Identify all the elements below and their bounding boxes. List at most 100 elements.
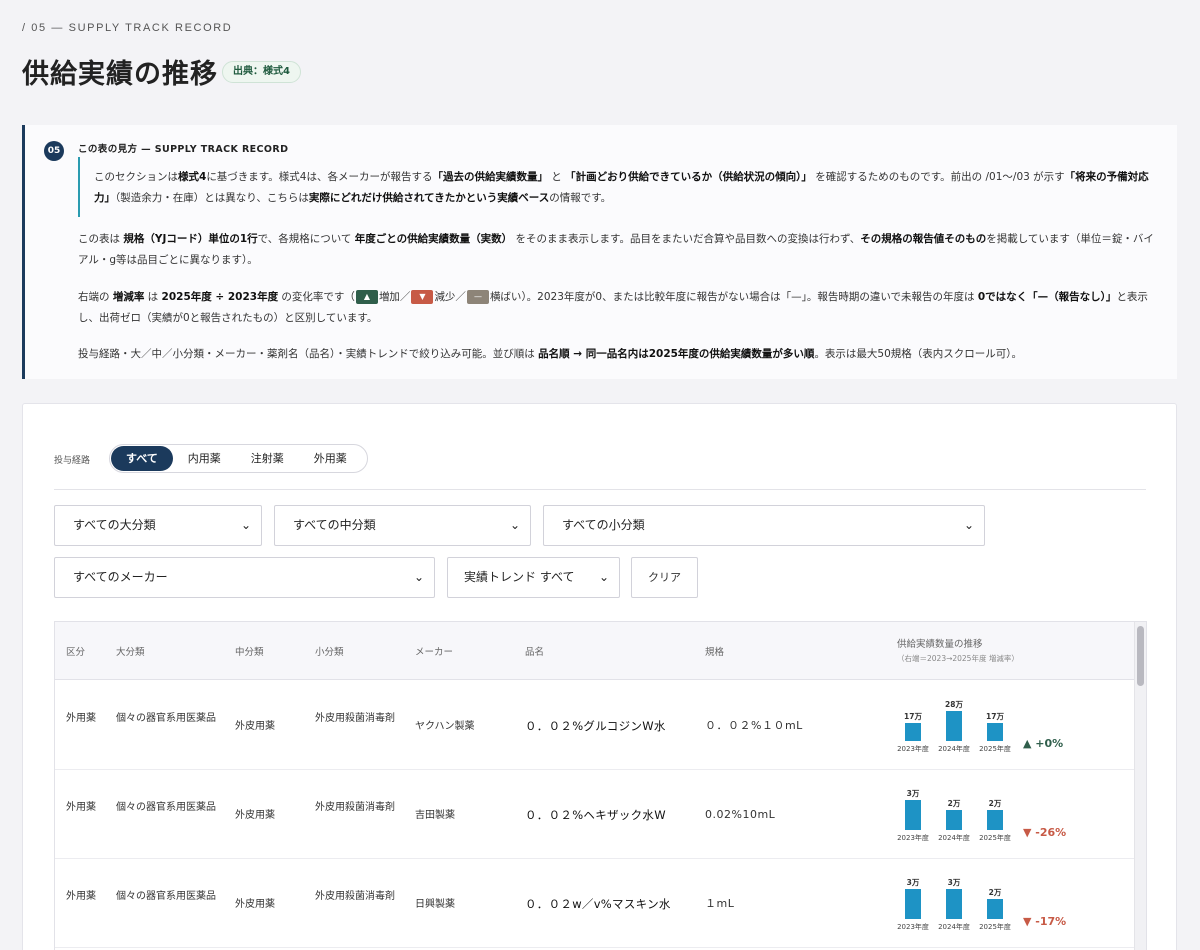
select-value: 実績トレンド すべて (464, 570, 575, 584)
cell-name: ０．０２%ヘキザック水W (525, 808, 666, 822)
chevron-down-icon: ⌄ (963, 518, 974, 532)
trend-bar (987, 810, 1003, 830)
select-value: すべてのメーカー (73, 570, 168, 584)
cell-middle: 外皮用薬 (235, 899, 275, 910)
section-number-badge: 05 (44, 141, 64, 161)
cell-name: ０．０２w／v%マスキン水 (525, 897, 671, 911)
header-minor: 小分類 (315, 647, 344, 658)
para-text: ）。2023年度が0、または比較年度に報告がない場合は「—」。報告時期の違いで未… (521, 291, 978, 303)
route-filter-label: 投与経路 (54, 456, 91, 466)
minor-category-select[interactable]: すべての小分類 ⌄ (543, 505, 985, 546)
chevron-down-icon: ⌄ (413, 570, 424, 584)
chevron-down-icon: ⌄ (598, 570, 609, 584)
quote-text: と (547, 171, 566, 183)
header-trend-note: （右端＝2023→2025年度 増減率） (897, 654, 1019, 663)
table-row[interactable]: 外用薬 個々の器官系用医薬品 外皮用薬 外皮用殺菌消毒剤 ヤクハン製薬 ０．０２%グルコジ… (55, 681, 1135, 770)
major-category-select[interactable]: すべての大分類 ⌄ (54, 505, 262, 546)
trend-bar (905, 800, 921, 830)
source-badge: 出典：様式4 (222, 61, 301, 83)
trend-year-label: 2025年度 (979, 834, 1011, 842)
cell-spec: ０．０２%１０mL (705, 719, 803, 732)
route-segmented-control: すべて 内用薬 注射薬 外用薬 (109, 444, 368, 473)
legend-label: 横ばい (489, 291, 522, 303)
route-tab-oral[interactable]: 内用薬 (173, 446, 236, 471)
clear-button[interactable]: クリア (631, 557, 698, 598)
trend-bar-value: 3万 (947, 878, 961, 887)
trend-bar-value: 28万 (945, 700, 963, 709)
change-rate-value: -26% (1035, 826, 1067, 839)
middle-category-select[interactable]: すべての中分類 ⌄ (274, 505, 531, 546)
change-rate: ▲ +0% (1023, 737, 1063, 750)
trend-bar-value: 3万 (906, 878, 920, 887)
trend-bar-value: 17万 (986, 712, 1004, 721)
scrollbar-thumb[interactable] (1137, 626, 1144, 686)
trend-bar-value: 2万 (988, 799, 1002, 808)
select-value: すべての大分類 (73, 518, 156, 532)
para-text: は (144, 291, 162, 303)
change-rate: ▼ -26% (1023, 826, 1066, 839)
trend-bar (946, 810, 962, 830)
guide-paragraph-1: この表は 規格（YJコード）単位の1行で、各規格について 年度ごとの供給実績数量… (78, 229, 1163, 271)
trend-year-label: 2023年度 (897, 923, 929, 931)
cell-minor: 外皮用殺菌消毒剤 (315, 891, 395, 902)
cell-major: 個々の器官系用医薬品 (116, 891, 216, 902)
route-tab-all[interactable]: すべて (111, 446, 173, 471)
table-row[interactable]: 外用薬 個々の器官系用医薬品 外皮用薬 外皮用殺菌消毒剤 日興製薬 ０．０２w／v%マスキ… (55, 859, 1135, 948)
guide-paragraph-3: 投与経路・大／中／小分類・メーカー・薬剤名（品名）・実績トレンドで絞り込み可能。… (78, 344, 1163, 365)
quote-strong: 「計画どおり供給できているか（供給状況の傾向）」 (565, 171, 812, 183)
guide-quote: このセクションは様式4に基づきます。様式4は、各メーカーが報告する「過去の供給実… (78, 157, 1158, 217)
table-row[interactable]: 外用薬 個々の器官系用医薬品 外皮用薬 外皮用殺菌消毒剤 吉田製薬 ０．０２%ヘキザック水… (55, 770, 1135, 859)
cell-maker: 日興製薬 (415, 899, 455, 910)
route-tab-injection[interactable]: 注射薬 (236, 446, 299, 471)
header-trend: 供給実績数量の推移 (897, 639, 983, 650)
trend-year-label: 2023年度 (897, 745, 929, 753)
trend-bar (987, 723, 1003, 741)
cell-spec: １mL (705, 897, 735, 910)
quote-text: このセクションは (94, 171, 178, 183)
chevron-down-icon: ⌄ (240, 518, 251, 532)
cell-minor: 外皮用殺菌消毒剤 (315, 713, 395, 724)
quote-text: を確認するためのものです。前出の /01〜/03 が示す (811, 171, 1065, 183)
para-strong: 増減率 (112, 291, 145, 303)
quote-text: （製造余力・在庫）とは異なり、こちらは (115, 192, 309, 204)
cell-maker: ヤクハン製薬 (415, 721, 475, 732)
header-name: 品名 (525, 647, 545, 658)
trend-year-label: 2025年度 (979, 745, 1011, 753)
trend-bar (905, 889, 921, 919)
trend-year-label: 2024年度 (938, 745, 970, 753)
trend-bar-value: 17万 (904, 712, 922, 721)
trend-bar-value: 3万 (906, 789, 920, 798)
trend-select[interactable]: 実績トレンド すべて ⌄ (447, 557, 620, 598)
trend-bar (946, 711, 962, 741)
para-text: 投与経路・大／中／小分類・メーカー・薬剤名（品名）・実績トレンドで絞り込み可能。… (78, 348, 539, 360)
cell-spec: 0.02%10mL (705, 808, 776, 821)
triangle-down-icon: ▼ (1023, 826, 1036, 839)
triangle-up-icon: ▲ (1023, 737, 1036, 750)
para-strong: 0ではなく「—（報告なし）」 (977, 291, 1117, 303)
triangle-down-icon: ▼ (1023, 915, 1036, 928)
para-text: この表は (78, 233, 124, 245)
para-text: の変化率です（ (278, 291, 355, 303)
quote-text: の情報です。 (549, 192, 612, 204)
route-tab-external[interactable]: 外用薬 (299, 446, 362, 471)
trend-year-label: 2025年度 (979, 923, 1011, 931)
guide-paragraph-2: 右端の 増減率 は 2025年度 ÷ 2023年度 の変化率です（ ▲ 増加／ ▼ 減少… (78, 287, 1163, 329)
guide-box: 05 この表の見方 — SUPPLY TRACK RECORD このセクションは… (22, 125, 1177, 379)
header-major: 大分類 (116, 647, 145, 658)
flat-chip-icon: — (466, 290, 489, 304)
cell-category: 外用薬 (66, 713, 96, 724)
trend-bar (905, 723, 921, 741)
para-strong: 品名順 → 同一品名内は2025年度の供給実績数量が多い順 (538, 348, 815, 360)
legend-label: 減少／ (434, 291, 466, 303)
table-panel: 投与経路 すべて 内用薬 注射薬 外用薬 すべての大分類 ⌄ すべての中分類 ⌄… (22, 403, 1177, 950)
table-scrollbar[interactable] (1134, 622, 1146, 950)
maker-select[interactable]: すべてのメーカー ⌄ (54, 557, 435, 598)
trend-bar-value: 2万 (988, 888, 1002, 897)
divider (54, 489, 1146, 490)
change-rate: ▼ -17% (1023, 915, 1066, 928)
trend-bar (987, 899, 1003, 919)
trend-year-label: 2023年度 (897, 834, 929, 842)
page-title: 供給実績の推移 (22, 59, 218, 90)
trend-year-label: 2024年度 (938, 834, 970, 842)
decrease-chip-icon: ▼ (411, 290, 434, 304)
